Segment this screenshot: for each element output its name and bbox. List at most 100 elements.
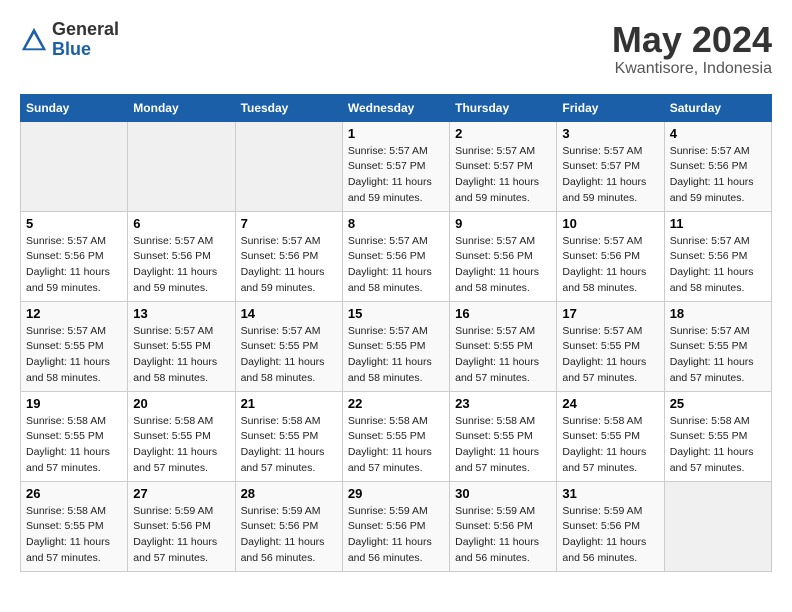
- weekday-header-row: SundayMondayTuesdayWednesdayThursdayFrid…: [21, 94, 772, 121]
- calendar-week-row: 5 Sunrise: 5:57 AM Sunset: 5:56 PM Daylig…: [21, 211, 772, 301]
- day-info: Sunrise: 5:58 AM Sunset: 5:55 PM Dayligh…: [670, 414, 766, 477]
- day-number: 31: [562, 486, 658, 501]
- calendar-cell: 4 Sunrise: 5:57 AM Sunset: 5:56 PM Daylig…: [664, 121, 771, 211]
- day-number: 4: [670, 126, 766, 141]
- day-number: 13: [133, 306, 229, 321]
- day-info: Sunrise: 5:57 AM Sunset: 5:55 PM Dayligh…: [562, 324, 658, 387]
- calendar-cell: 1 Sunrise: 5:57 AM Sunset: 5:57 PM Daylig…: [342, 121, 449, 211]
- calendar-cell: 2 Sunrise: 5:57 AM Sunset: 5:57 PM Daylig…: [450, 121, 557, 211]
- calendar-table: SundayMondayTuesdayWednesdayThursdayFrid…: [20, 94, 772, 572]
- calendar-cell: 11 Sunrise: 5:57 AM Sunset: 5:56 PM Dayli…: [664, 211, 771, 301]
- day-info: Sunrise: 5:57 AM Sunset: 5:56 PM Dayligh…: [348, 234, 444, 297]
- calendar-cell: 24Sunrise: 5:58 AM Sunset: 5:55 PM Dayli…: [557, 391, 664, 481]
- day-info: Sunrise: 5:58 AM Sunset: 5:55 PM Dayligh…: [133, 414, 229, 477]
- day-number: 6: [133, 216, 229, 231]
- calendar-body: 1 Sunrise: 5:57 AM Sunset: 5:57 PM Daylig…: [21, 121, 772, 571]
- day-info: Sunrise: 5:57 AM Sunset: 5:56 PM Dayligh…: [670, 234, 766, 297]
- calendar-cell: 10 Sunrise: 5:57 AM Sunset: 5:56 PM Dayli…: [557, 211, 664, 301]
- day-number: 1: [348, 126, 444, 141]
- day-number: 9: [455, 216, 551, 231]
- day-info: Sunrise: 5:59 AM Sunset: 5:56 PM Dayligh…: [133, 504, 229, 567]
- calendar-cell: 22 Sunrise: 5:58 AM Sunset: 5:55 PM Dayli…: [342, 391, 449, 481]
- calendar-cell: 12 Sunrise: 5:57 AM Sunset: 5:55 PM Dayli…: [21, 301, 128, 391]
- day-info: Sunrise: 5:57 AM Sunset: 5:55 PM Dayligh…: [348, 324, 444, 387]
- day-number: 11: [670, 216, 766, 231]
- calendar-cell: [235, 121, 342, 211]
- calendar-cell: 19 Sunrise: 5:58 AM Sunset: 5:55 PM Dayli…: [21, 391, 128, 481]
- day-info: Sunrise: 5:59 AM Sunset: 5:56 PM Dayligh…: [562, 504, 658, 567]
- day-info: Sunrise: 5:57 AM Sunset: 5:55 PM Dayligh…: [455, 324, 551, 387]
- calendar-cell: 14 Sunrise: 5:57 AM Sunset: 5:55 PM Dayli…: [235, 301, 342, 391]
- calendar-cell: 26 Sunrise: 5:58 AM Sunset: 5:55 PM Dayli…: [21, 481, 128, 571]
- calendar-cell: 9 Sunrise: 5:57 AM Sunset: 5:56 PM Daylig…: [450, 211, 557, 301]
- day-number: 3: [562, 126, 658, 141]
- day-info: Sunrise: 5:59 AM Sunset: 5:56 PM Dayligh…: [348, 504, 444, 567]
- calendar-cell: 17 Sunrise: 5:57 AM Sunset: 5:55 PM Dayli…: [557, 301, 664, 391]
- day-info: Sunrise: 5:58 AM Sunset: 5:55 PM Dayligh…: [26, 414, 122, 477]
- calendar-cell: 6Sunrise: 5:57 AM Sunset: 5:56 PM Daylig…: [128, 211, 235, 301]
- day-number: 7: [241, 216, 337, 231]
- day-info: Sunrise: 5:59 AM Sunset: 5:56 PM Dayligh…: [455, 504, 551, 567]
- calendar-cell: 3 Sunrise: 5:57 AM Sunset: 5:57 PM Daylig…: [557, 121, 664, 211]
- calendar-cell: 28Sunrise: 5:59 AM Sunset: 5:56 PM Dayli…: [235, 481, 342, 571]
- day-number: 28: [241, 486, 337, 501]
- calendar-cell: [21, 121, 128, 211]
- weekday-header-tuesday: Tuesday: [235, 94, 342, 121]
- day-number: 5: [26, 216, 122, 231]
- day-number: 25: [670, 396, 766, 411]
- day-info: Sunrise: 5:58 AM Sunset: 5:55 PM Dayligh…: [455, 414, 551, 477]
- day-number: 12: [26, 306, 122, 321]
- day-number: 30: [455, 486, 551, 501]
- weekday-header-monday: Monday: [128, 94, 235, 121]
- calendar-cell: 13Sunrise: 5:57 AM Sunset: 5:55 PM Dayli…: [128, 301, 235, 391]
- page-header: General Blue May 2024 Kwantisore, Indone…: [20, 20, 772, 78]
- day-number: 2: [455, 126, 551, 141]
- day-info: Sunrise: 5:57 AM Sunset: 5:57 PM Dayligh…: [562, 144, 658, 207]
- weekday-header-friday: Friday: [557, 94, 664, 121]
- day-info: Sunrise: 5:57 AM Sunset: 5:57 PM Dayligh…: [348, 144, 444, 207]
- calendar-cell: [664, 481, 771, 571]
- day-number: 22: [348, 396, 444, 411]
- title-block: May 2024 Kwantisore, Indonesia: [612, 20, 772, 78]
- calendar-cell: [128, 121, 235, 211]
- day-number: 21: [241, 396, 337, 411]
- day-info: Sunrise: 5:58 AM Sunset: 5:55 PM Dayligh…: [348, 414, 444, 477]
- calendar-cell: 7 Sunrise: 5:57 AM Sunset: 5:56 PM Daylig…: [235, 211, 342, 301]
- day-number: 20: [133, 396, 229, 411]
- calendar-cell: 23 Sunrise: 5:58 AM Sunset: 5:55 PM Dayli…: [450, 391, 557, 481]
- day-info: Sunrise: 5:58 AM Sunset: 5:55 PM Dayligh…: [26, 504, 122, 567]
- calendar-cell: 15 Sunrise: 5:57 AM Sunset: 5:55 PM Dayli…: [342, 301, 449, 391]
- day-number: 19: [26, 396, 122, 411]
- calendar-week-row: 1 Sunrise: 5:57 AM Sunset: 5:57 PM Daylig…: [21, 121, 772, 211]
- day-number: 23: [455, 396, 551, 411]
- day-info: Sunrise: 5:57 AM Sunset: 5:55 PM Dayligh…: [241, 324, 337, 387]
- logo-icon: [20, 26, 48, 54]
- day-info: Sunrise: 5:58 AM Sunset: 5:55 PM Dayligh…: [562, 414, 658, 477]
- day-number: 14: [241, 306, 337, 321]
- calendar-cell: 21Sunrise: 5:58 AM Sunset: 5:55 PM Dayli…: [235, 391, 342, 481]
- day-info: Sunrise: 5:57 AM Sunset: 5:55 PM Dayligh…: [26, 324, 122, 387]
- day-number: 27: [133, 486, 229, 501]
- calendar-header: SundayMondayTuesdayWednesdayThursdayFrid…: [21, 94, 772, 121]
- calendar-cell: 25 Sunrise: 5:58 AM Sunset: 5:55 PM Dayli…: [664, 391, 771, 481]
- day-info: Sunrise: 5:57 AM Sunset: 5:57 PM Dayligh…: [455, 144, 551, 207]
- day-number: 16: [455, 306, 551, 321]
- day-number: 29: [348, 486, 444, 501]
- day-number: 18: [670, 306, 766, 321]
- day-info: Sunrise: 5:57 AM Sunset: 5:56 PM Dayligh…: [241, 234, 337, 297]
- calendar-cell: 8Sunrise: 5:57 AM Sunset: 5:56 PM Daylig…: [342, 211, 449, 301]
- day-info: Sunrise: 5:57 AM Sunset: 5:56 PM Dayligh…: [455, 234, 551, 297]
- weekday-header-thursday: Thursday: [450, 94, 557, 121]
- day-info: Sunrise: 5:57 AM Sunset: 5:56 PM Dayligh…: [670, 144, 766, 207]
- day-number: 17: [562, 306, 658, 321]
- day-number: 10: [562, 216, 658, 231]
- weekday-header-wednesday: Wednesday: [342, 94, 449, 121]
- day-info: Sunrise: 5:57 AM Sunset: 5:56 PM Dayligh…: [26, 234, 122, 297]
- calendar-cell: 20 Sunrise: 5:58 AM Sunset: 5:55 PM Dayli…: [128, 391, 235, 481]
- logo: General Blue: [20, 20, 119, 60]
- calendar-cell: 18Sunrise: 5:57 AM Sunset: 5:55 PM Dayli…: [664, 301, 771, 391]
- calendar-cell: 29 Sunrise: 5:59 AM Sunset: 5:56 PM Dayli…: [342, 481, 449, 571]
- day-number: 26: [26, 486, 122, 501]
- day-info: Sunrise: 5:57 AM Sunset: 5:56 PM Dayligh…: [562, 234, 658, 297]
- day-number: 15: [348, 306, 444, 321]
